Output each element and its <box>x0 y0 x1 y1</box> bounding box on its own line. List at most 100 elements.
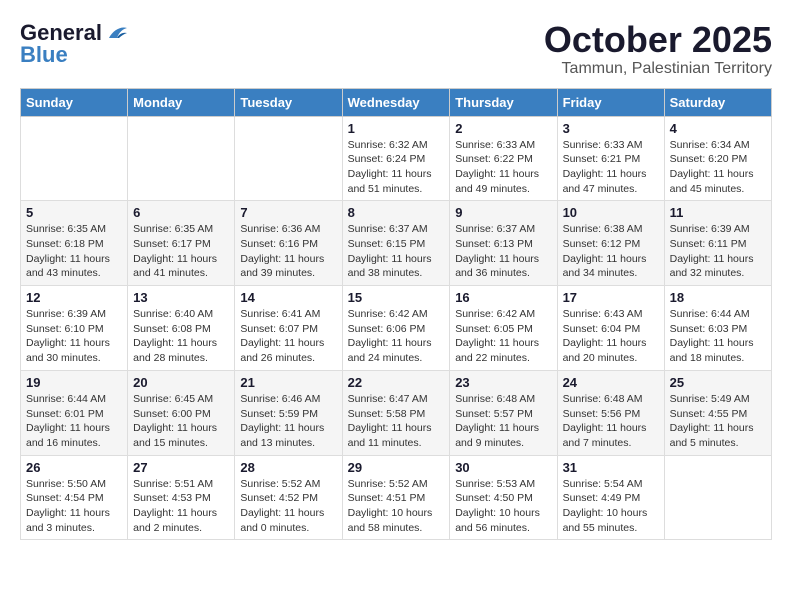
calendar-cell: 11 Sunrise: 6:39 AM Sunset: 6:11 PM Dayli… <box>664 201 771 286</box>
day-number: 17 <box>563 290 659 305</box>
day-number: 14 <box>240 290 336 305</box>
day-info: Sunrise: 5:50 AM Sunset: 4:54 PM Dayligh… <box>26 477 122 536</box>
calendar-cell <box>664 455 771 540</box>
calendar-cell: 5Sunrise: 6:35 AM Sunset: 6:18 PM Daylig… <box>21 201 128 286</box>
header-saturday: Saturday <box>664 88 771 116</box>
day-info: Sunrise: 6:48 AM Sunset: 5:57 PM Dayligh… <box>455 392 551 451</box>
header-friday: Friday <box>557 88 664 116</box>
day-number: 19 <box>26 375 122 390</box>
calendar-cell: 9 Sunrise: 6:37 AM Sunset: 6:13 PM Daylig… <box>450 201 557 286</box>
title-block: October 2025 Tammun, Palestinian Territo… <box>544 20 772 78</box>
day-number: 12 <box>26 290 122 305</box>
day-number: 6 <box>133 205 229 220</box>
day-info: Sunrise: 6:33 AM Sunset: 6:21 PM Dayligh… <box>563 138 659 197</box>
day-number: 2 <box>455 121 551 136</box>
day-number: 1 <box>348 121 445 136</box>
day-info: Sunrise: 6:38 AM Sunset: 6:12 PM Dayligh… <box>563 222 659 281</box>
calendar-cell: 21Sunrise: 6:46 AM Sunset: 5:59 PM Dayli… <box>235 370 342 455</box>
header-wednesday: Wednesday <box>342 88 450 116</box>
calendar-cell: 6 Sunrise: 6:35 AM Sunset: 6:17 PM Daylig… <box>128 201 235 286</box>
day-number: 4 <box>670 121 766 136</box>
day-info: Sunrise: 6:42 AM Sunset: 6:06 PM Dayligh… <box>348 307 445 366</box>
day-number: 25 <box>670 375 766 390</box>
day-number: 23 <box>455 375 551 390</box>
day-info: Sunrise: 6:35 AM Sunset: 6:17 PM Dayligh… <box>133 222 229 281</box>
calendar-cell: 25 Sunrise: 5:49 AM Sunset: 4:55 PM Dayli… <box>664 370 771 455</box>
calendar-header-row: SundayMondayTuesdayWednesdayThursdayFrid… <box>21 88 772 116</box>
day-info: Sunrise: 6:36 AM Sunset: 6:16 PM Dayligh… <box>240 222 336 281</box>
day-number: 16 <box>455 290 551 305</box>
header-thursday: Thursday <box>450 88 557 116</box>
calendar-cell: 13 Sunrise: 6:40 AM Sunset: 6:08 PM Dayli… <box>128 286 235 371</box>
calendar-cell: 2 Sunrise: 6:33 AM Sunset: 6:22 PM Daylig… <box>450 116 557 201</box>
calendar-cell: 12 Sunrise: 6:39 AM Sunset: 6:10 PM Dayli… <box>21 286 128 371</box>
day-number: 10 <box>563 205 659 220</box>
calendar-row-0: 1Sunrise: 6:32 AM Sunset: 6:24 PM Daylig… <box>21 116 772 201</box>
day-number: 3 <box>563 121 659 136</box>
day-info: Sunrise: 6:37 AM Sunset: 6:13 PM Dayligh… <box>455 222 551 281</box>
day-number: 11 <box>670 205 766 220</box>
header-sunday: Sunday <box>21 88 128 116</box>
day-info: Sunrise: 6:37 AM Sunset: 6:15 PM Dayligh… <box>348 222 445 281</box>
header-monday: Monday <box>128 88 235 116</box>
day-info: Sunrise: 5:52 AM Sunset: 4:51 PM Dayligh… <box>348 477 445 536</box>
logo-blue-text: Blue <box>20 42 68 68</box>
day-number: 28 <box>240 460 336 475</box>
calendar-row-1: 5Sunrise: 6:35 AM Sunset: 6:18 PM Daylig… <box>21 201 772 286</box>
calendar-cell: 18 Sunrise: 6:44 AM Sunset: 6:03 PM Dayli… <box>664 286 771 371</box>
day-info: Sunrise: 5:49 AM Sunset: 4:55 PM Dayligh… <box>670 392 766 451</box>
day-info: Sunrise: 6:44 AM Sunset: 6:03 PM Dayligh… <box>670 307 766 366</box>
calendar-cell: 14 Sunrise: 6:41 AM Sunset: 6:07 PM Dayli… <box>235 286 342 371</box>
calendar-cell: 10 Sunrise: 6:38 AM Sunset: 6:12 PM Dayli… <box>557 201 664 286</box>
day-info: Sunrise: 6:48 AM Sunset: 5:56 PM Dayligh… <box>563 392 659 451</box>
day-number: 7 <box>240 205 336 220</box>
calendar-cell: 7 Sunrise: 6:36 AM Sunset: 6:16 PM Daylig… <box>235 201 342 286</box>
calendar-cell: 20 Sunrise: 6:45 AM Sunset: 6:00 PM Dayli… <box>128 370 235 455</box>
day-info: Sunrise: 5:51 AM Sunset: 4:53 PM Dayligh… <box>133 477 229 536</box>
calendar-cell <box>21 116 128 201</box>
day-number: 31 <box>563 460 659 475</box>
day-info: Sunrise: 5:52 AM Sunset: 4:52 PM Dayligh… <box>240 477 336 536</box>
calendar-cell: 30Sunrise: 5:53 AM Sunset: 4:50 PM Dayli… <box>450 455 557 540</box>
day-info: Sunrise: 5:53 AM Sunset: 4:50 PM Dayligh… <box>455 477 551 536</box>
location-text: Tammun, Palestinian Territory <box>544 60 772 78</box>
calendar-row-2: 12 Sunrise: 6:39 AM Sunset: 6:10 PM Dayli… <box>21 286 772 371</box>
day-info: Sunrise: 6:41 AM Sunset: 6:07 PM Dayligh… <box>240 307 336 366</box>
calendar-cell: 16Sunrise: 6:42 AM Sunset: 6:05 PM Dayli… <box>450 286 557 371</box>
day-number: 8 <box>348 205 445 220</box>
calendar-cell: 23 Sunrise: 6:48 AM Sunset: 5:57 PM Dayli… <box>450 370 557 455</box>
month-title: October 2025 <box>544 20 772 60</box>
calendar-cell: 15Sunrise: 6:42 AM Sunset: 6:06 PM Dayli… <box>342 286 450 371</box>
day-info: Sunrise: 6:33 AM Sunset: 6:22 PM Dayligh… <box>455 138 551 197</box>
header-tuesday: Tuesday <box>235 88 342 116</box>
day-info: Sunrise: 6:44 AM Sunset: 6:01 PM Dayligh… <box>26 392 122 451</box>
calendar-cell: 31 Sunrise: 5:54 AM Sunset: 4:49 PM Dayli… <box>557 455 664 540</box>
calendar-cell: 29Sunrise: 5:52 AM Sunset: 4:51 PM Dayli… <box>342 455 450 540</box>
day-info: Sunrise: 6:45 AM Sunset: 6:00 PM Dayligh… <box>133 392 229 451</box>
day-info: Sunrise: 6:43 AM Sunset: 6:04 PM Dayligh… <box>563 307 659 366</box>
calendar-cell: 28 Sunrise: 5:52 AM Sunset: 4:52 PM Dayli… <box>235 455 342 540</box>
day-number: 26 <box>26 460 122 475</box>
day-number: 5 <box>26 205 122 220</box>
logo-bird-icon <box>105 24 127 42</box>
day-info: Sunrise: 5:54 AM Sunset: 4:49 PM Dayligh… <box>563 477 659 536</box>
calendar-cell: 26 Sunrise: 5:50 AM Sunset: 4:54 PM Dayli… <box>21 455 128 540</box>
day-number: 13 <box>133 290 229 305</box>
day-number: 21 <box>240 375 336 390</box>
day-info: Sunrise: 6:34 AM Sunset: 6:20 PM Dayligh… <box>670 138 766 197</box>
day-info: Sunrise: 6:39 AM Sunset: 6:11 PM Dayligh… <box>670 222 766 281</box>
day-number: 9 <box>455 205 551 220</box>
logo: General Blue <box>20 20 127 68</box>
day-info: Sunrise: 6:40 AM Sunset: 6:08 PM Dayligh… <box>133 307 229 366</box>
day-info: Sunrise: 6:39 AM Sunset: 6:10 PM Dayligh… <box>26 307 122 366</box>
day-number: 20 <box>133 375 229 390</box>
calendar-cell: 27Sunrise: 5:51 AM Sunset: 4:53 PM Dayli… <box>128 455 235 540</box>
day-number: 22 <box>348 375 445 390</box>
calendar-table: SundayMondayTuesdayWednesdayThursdayFrid… <box>20 88 772 541</box>
calendar-row-4: 26 Sunrise: 5:50 AM Sunset: 4:54 PM Dayli… <box>21 455 772 540</box>
calendar-cell: 3 Sunrise: 6:33 AM Sunset: 6:21 PM Daylig… <box>557 116 664 201</box>
calendar-cell <box>235 116 342 201</box>
calendar-cell: 1Sunrise: 6:32 AM Sunset: 6:24 PM Daylig… <box>342 116 450 201</box>
day-number: 18 <box>670 290 766 305</box>
calendar-cell: 17 Sunrise: 6:43 AM Sunset: 6:04 PM Dayli… <box>557 286 664 371</box>
